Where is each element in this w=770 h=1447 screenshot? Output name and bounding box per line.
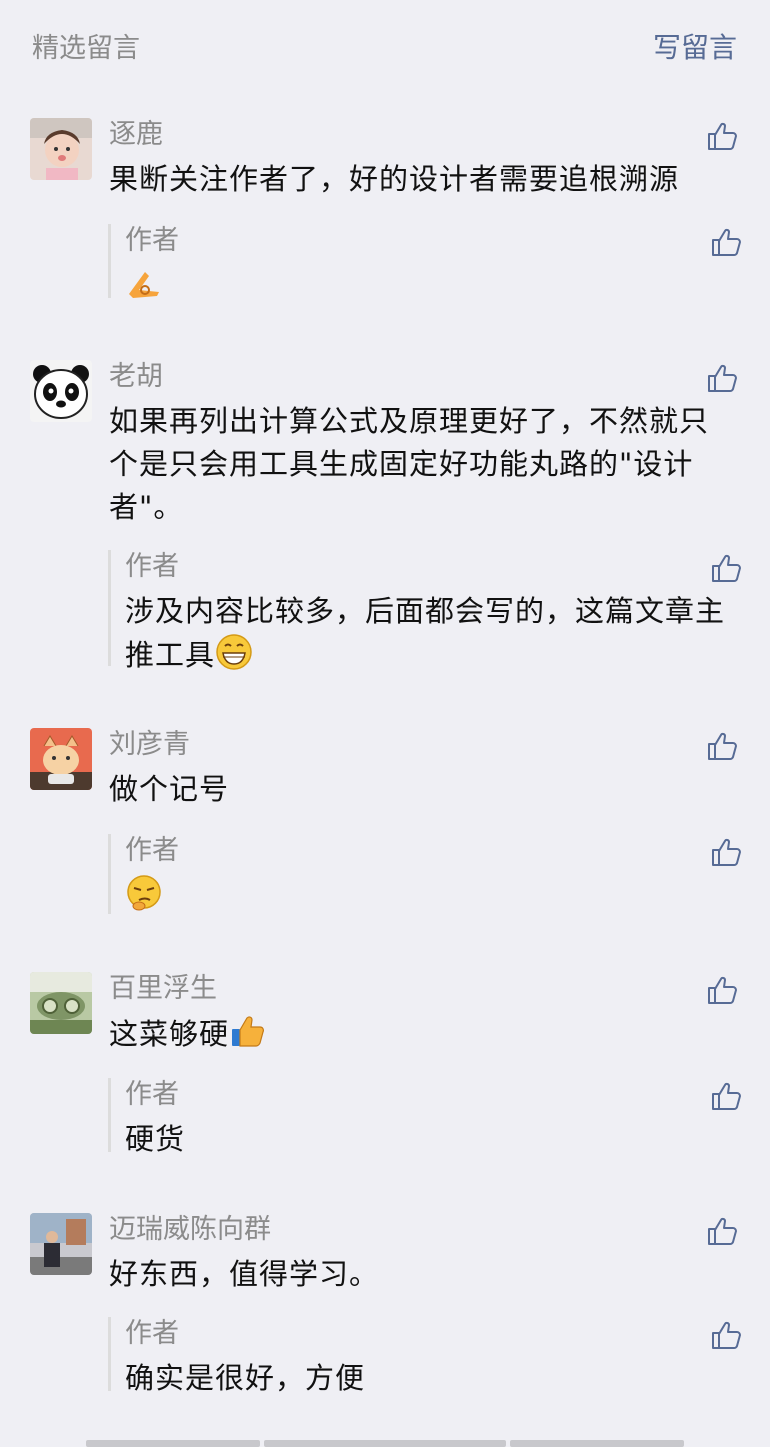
thinking-smirk-emoji <box>125 874 163 912</box>
avatar[interactable] <box>30 1213 92 1275</box>
comment-nickname: 刘彦青 <box>109 729 190 760</box>
author-reply: 作者 <box>108 834 741 914</box>
featured-comments-title: 精选留言 <box>32 33 140 64</box>
thumbs-up-icon[interactable] <box>710 1319 742 1351</box>
comment-text: 这菜够硬 <box>109 1012 729 1056</box>
ok-hand-emoji <box>125 264 163 302</box>
author-reply-label: 作者 <box>125 551 179 582</box>
author-reply-label: 作者 <box>125 225 179 256</box>
grinning-emoji <box>215 633 253 671</box>
author-reply-text: 涉及内容比较多，后面都会写的，这篇文章主推工具 <box>125 590 725 677</box>
bottom-divider-bars <box>0 1440 770 1447</box>
thumbs-up-icon[interactable] <box>706 1215 738 1247</box>
thumbs-up-icon[interactable] <box>710 226 742 258</box>
avatar[interactable] <box>30 360 92 422</box>
avatar[interactable] <box>30 118 92 180</box>
author-reply: 作者 <box>108 224 741 298</box>
avatar[interactable] <box>30 972 92 1034</box>
author-reply-text <box>125 874 725 918</box>
thumbs-up-icon[interactable] <box>706 362 738 394</box>
author-reply: 作者 硬货 <box>108 1078 742 1156</box>
thumbs-up-icon[interactable] <box>706 730 738 762</box>
thumbs-up-icon[interactable] <box>710 1080 742 1112</box>
comment-text: 好东西，值得学习。 <box>109 1257 380 1291</box>
author-reply-text <box>125 264 725 308</box>
thumbs-up-icon[interactable] <box>706 974 738 1006</box>
author-reply-label: 作者 <box>125 835 179 866</box>
write-comment-link[interactable]: 写留言 <box>653 26 737 66</box>
comment-nickname: 百里浮生 <box>109 973 217 1004</box>
comment-text: 如果再列出计算公式及原理更好了，不然就只个是只会用工具生成固定好功能丸路的"设计… <box>109 404 710 524</box>
bottom-bar-segment <box>86 1440 260 1447</box>
author-reply-text: 硬货 <box>125 1122 186 1156</box>
bottom-bar-segment <box>264 1440 506 1447</box>
comment-nickname: 老胡 <box>109 361 163 392</box>
avatar[interactable] <box>30 728 92 790</box>
author-reply-label: 作者 <box>125 1079 179 1110</box>
thumbs-up-icon[interactable] <box>706 120 738 152</box>
comment-text: 果断关注作者了，好的设计者需要追根溯源 <box>109 162 680 196</box>
comment-nickname: 迈瑞威陈向群 <box>109 1214 271 1245</box>
comment-text: 做个记号 <box>109 772 230 806</box>
author-reply-label: 作者 <box>125 1318 179 1349</box>
author-reply: 作者 确实是很好，方便 <box>108 1317 742 1395</box>
author-reply: 作者 涉及内容比较多，后面都会写的，这篇文章主推工具 <box>108 550 742 672</box>
thumbs-up-emoji <box>229 1012 267 1050</box>
bottom-bar-segment <box>510 1440 684 1447</box>
thumbs-up-icon[interactable] <box>710 836 742 868</box>
comments-header: 精选留言 写留言 <box>0 0 770 92</box>
comment-text-content: 这菜够硬 <box>109 1017 230 1051</box>
comment-nickname: 逐鹿 <box>109 119 163 150</box>
thumbs-up-icon[interactable] <box>710 552 742 584</box>
author-reply-text: 确实是很好，方便 <box>125 1361 366 1395</box>
